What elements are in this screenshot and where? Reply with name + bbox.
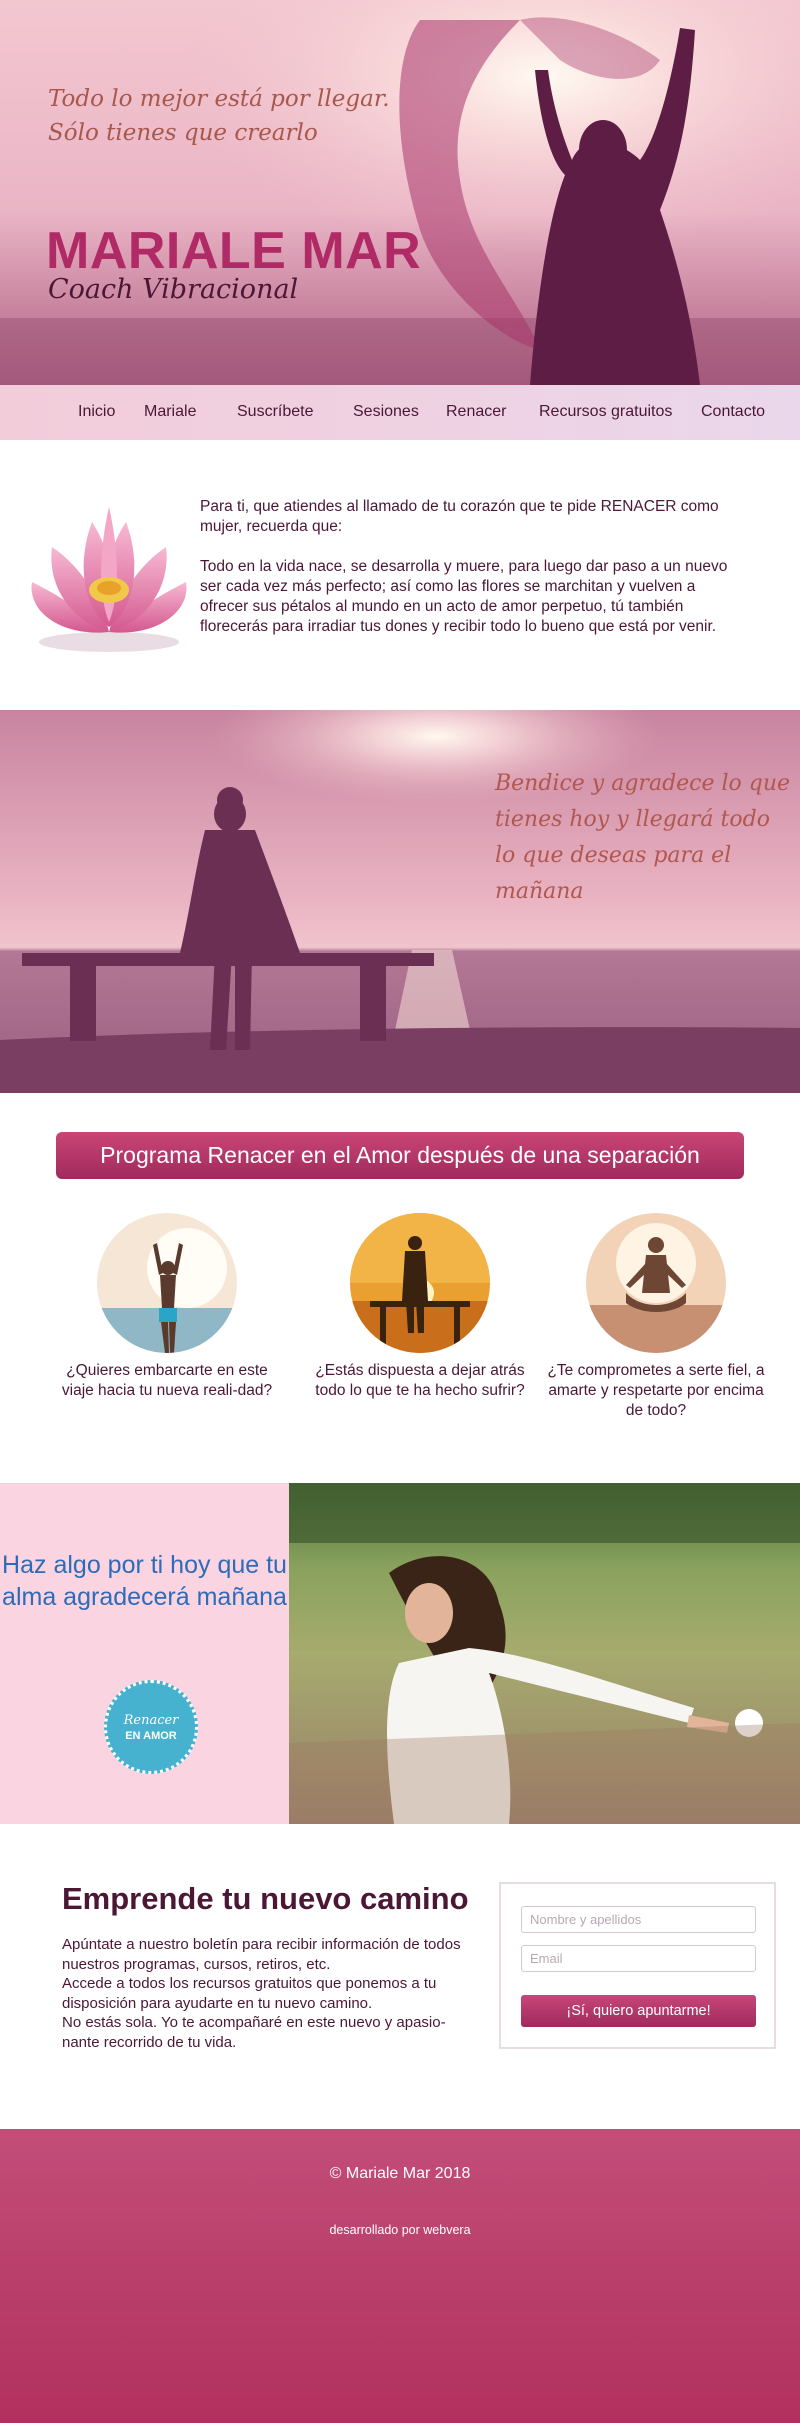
copyright-text: © Mariale Mar 2018 xyxy=(329,2165,471,2182)
nav-item-recursos-gratuitos[interactable]: Recursos gratuitos xyxy=(539,403,672,421)
hero-quote: Todo lo mejor está por llegar. Sólo tien… xyxy=(48,86,390,146)
footer: © Mariale Mar 2018 desarrollado por webv… xyxy=(0,2129,800,2423)
program-question-2: ¿Estás dispuesta a dejar atrás todo lo q… xyxy=(315,1362,525,1399)
newsletter-title: Emprende tu nuevo camino xyxy=(62,1881,469,1916)
newsletter-form: ¡Sí, quiero apuntarme! xyxy=(499,1882,776,2049)
nav-item-sesiones[interactable]: Sesiones xyxy=(353,403,419,421)
program-question-1: ¿Quieres embarcarte en este viaje hacia … xyxy=(61,1362,273,1399)
hero-header: Todo lo mejor está por llegar. Sólo tien… xyxy=(0,0,800,385)
intro-paragraph-1: Para ti, que atiendes al llamado de tu c… xyxy=(200,498,719,535)
nav-item-suscribete[interactable]: Suscríbete xyxy=(237,403,313,421)
soul-section: Haz algo por ti hoy que tu alma agradece… xyxy=(0,1483,800,1824)
site-title: MARIALE MAR xyxy=(46,222,422,280)
nav-item-mariale[interactable]: Mariale xyxy=(144,403,196,421)
site-subtitle: Coach Vibracional xyxy=(48,274,299,305)
hero-woman-scarf-image xyxy=(0,0,800,385)
intro-text: Para ti, que atiendes al llamado de tu c… xyxy=(200,497,730,637)
sunset-quote: Bendice y agradece lo que tienes hoy y l… xyxy=(495,771,791,904)
subscribe-button[interactable]: ¡Sí, quiero apuntarme! xyxy=(521,1995,756,2027)
lotus-flower-image xyxy=(31,507,187,652)
program-image-meditation xyxy=(586,1213,726,1353)
newsletter-section: Emprende tu nuevo camino Apúntate a nues… xyxy=(0,1824,800,2129)
program-section: Programa Renacer en el Amor después de u… xyxy=(0,1093,800,1483)
program-title-banner[interactable]: Programa Renacer en el Amor después de u… xyxy=(56,1132,744,1179)
program-question-3: ¿Te comprometes a serte fiel, a amarte y… xyxy=(547,1362,765,1419)
nav-item-inicio[interactable]: Inicio xyxy=(78,403,115,421)
sunset-banner: Bendice y agradece lo que tienes hoy y l… xyxy=(0,710,800,1093)
badge-caps-text: EN AMOR xyxy=(125,1730,177,1742)
email-input[interactable] xyxy=(521,1945,756,1972)
soul-panel: Haz algo por ti hoy que tu alma agradece… xyxy=(0,1483,289,1824)
badge-script-text: Renacer xyxy=(123,1713,179,1728)
intro-section: Para ti, que atiendes al llamado de tu c… xyxy=(0,440,800,710)
nav-item-renacer[interactable]: Renacer xyxy=(446,403,506,421)
program-image-bench-sunset xyxy=(350,1213,490,1353)
nav-item-contacto[interactable]: Contacto xyxy=(701,403,765,421)
soul-headline: Haz algo por ti hoy que tu alma agradece… xyxy=(2,1551,287,1611)
name-input[interactable] xyxy=(521,1906,756,1933)
intro-paragraph-2: Todo en la vida nace, se desarrolla y mu… xyxy=(200,558,728,635)
renacer-en-amor-badge[interactable]: Renacer EN AMOR xyxy=(104,1680,198,1774)
developer-credit-link[interactable]: desarrollado por webvera xyxy=(0,2223,800,2237)
program-image-arms-raised xyxy=(97,1213,237,1353)
main-nav: Inicio Mariale Suscríbete Sesiones Renac… xyxy=(0,385,800,440)
newsletter-description: Apúntate a nuestro boletín para recibir … xyxy=(62,1936,461,2051)
woman-in-field-image xyxy=(289,1483,800,1824)
